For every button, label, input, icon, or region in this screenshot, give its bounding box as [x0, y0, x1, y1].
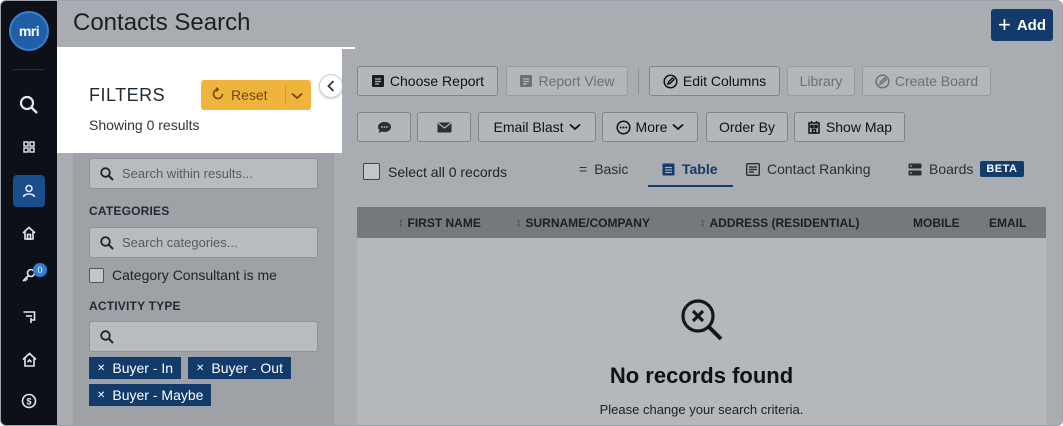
dollar-icon[interactable]: $	[13, 385, 45, 417]
checkbox[interactable]	[89, 267, 104, 283]
library-button[interactable]: Library	[787, 66, 855, 96]
svg-text:$: $	[26, 397, 31, 407]
email-button[interactable]	[417, 112, 471, 142]
choose-report-button[interactable]: Choose Report	[357, 66, 498, 96]
ranking-icon	[746, 162, 760, 176]
results-count: Showing 0 results	[89, 117, 200, 133]
sort-icon: ↕	[516, 217, 522, 229]
search-icon	[100, 166, 114, 181]
page-title: Contacts Search	[73, 9, 251, 36]
activity-tag[interactable]: ✕ Buyer - Out	[188, 357, 291, 379]
search-icon	[100, 329, 114, 344]
column-header-address[interactable]: ↕ ADDRESS (RESIDENTIAL)	[700, 216, 860, 230]
sort-icon: ↕	[398, 217, 404, 229]
column-header-email[interactable]: EMAIL	[989, 216, 1026, 230]
notification-badge: 0	[33, 263, 47, 277]
property-icon[interactable]	[13, 343, 45, 375]
page-header: Contacts Search + Add	[57, 1, 1062, 49]
edit-icon	[663, 73, 678, 89]
reset-button[interactable]: Reset	[201, 80, 311, 110]
results-search-input[interactable]: Search within results...	[89, 158, 318, 189]
activity-type-search-input[interactable]	[89, 321, 318, 352]
toolbar-divider	[638, 68, 639, 94]
tab-table[interactable]: Table	[662, 161, 718, 177]
column-header-first-name[interactable]: ↕ FIRST NAME	[398, 216, 481, 230]
contacts-icon[interactable]	[13, 175, 45, 207]
table-header: ↕ FIRST NAME ↕ SURNAME/COMPANY ↕ ADDRESS (R…	[357, 207, 1046, 238]
more-dropdown[interactable]: More	[602, 112, 698, 142]
add-button[interactable]: + Add	[991, 9, 1053, 41]
close-icon[interactable]: ✕	[97, 390, 105, 401]
building-icon	[808, 121, 820, 134]
close-icon[interactable]: ✕	[97, 363, 105, 374]
filters-title: FILTERS	[89, 85, 166, 105]
report-icon	[371, 75, 384, 87]
boards-icon	[908, 163, 922, 175]
search-icon[interactable]	[13, 89, 45, 121]
envelope-icon	[437, 122, 451, 132]
activity-tag[interactable]: ✕ Buyer - Maybe	[89, 384, 212, 406]
app-logo[interactable]: mri	[9, 11, 49, 51]
sms-button[interactable]	[357, 112, 411, 142]
more-icon	[615, 119, 631, 135]
edit-icon	[875, 73, 890, 89]
show-map-button[interactable]: Show Map	[794, 112, 905, 142]
categories-search-input[interactable]: Search categories...	[89, 227, 318, 258]
report-icon	[520, 75, 533, 87]
rail-divider	[13, 69, 45, 70]
home-icon[interactable]	[13, 217, 45, 249]
checkbox[interactable]	[363, 163, 380, 180]
category-consultant-checkbox[interactable]: Category Consultant is me	[89, 267, 277, 283]
activity-type-label: ACTIVITY TYPE	[89, 299, 181, 313]
search-icon	[100, 235, 114, 250]
create-board-button[interactable]: Create Board	[862, 66, 991, 96]
activity-tag[interactable]: ✕ Buyer - In	[89, 357, 182, 379]
column-header-surname[interactable]: ↕ SURNAME/COMPANY	[516, 216, 650, 230]
order-by-button[interactable]: Order By	[706, 112, 788, 142]
empty-state-title: No records found	[609, 363, 794, 388]
table-icon	[662, 163, 675, 175]
beta-badge: BETA	[980, 161, 1024, 177]
edit-columns-button[interactable]: Edit Columns	[649, 66, 780, 96]
tab-basic[interactable]: = Basic	[579, 161, 628, 177]
no-results-icon	[679, 297, 725, 348]
categories-label: CATEGORIES	[89, 204, 170, 218]
nav-rail: mri 0 $	[1, 1, 57, 425]
tab-boards[interactable]: Boards BETA	[908, 161, 1024, 177]
tab-contact-ranking[interactable]: Contact Ranking	[746, 161, 871, 177]
column-header-mobile[interactable]: MOBILE	[913, 216, 960, 230]
active-tab-indicator	[648, 185, 733, 187]
empty-state-subtitle: Please change your search criteria.	[599, 402, 804, 417]
refresh-icon	[211, 86, 225, 104]
equals-icon: =	[579, 161, 588, 177]
report-view-button[interactable]: Report View	[506, 66, 628, 96]
close-icon[interactable]: ✕	[196, 363, 204, 374]
listing-icon[interactable]	[13, 301, 45, 333]
app-frame: mri 0 $ Contacts Search + Add FILTERS Sh…	[0, 0, 1063, 426]
grid-icon[interactable]	[13, 131, 45, 163]
select-all-checkbox[interactable]: Select all 0 records	[363, 163, 507, 180]
plus-icon: +	[997, 12, 1011, 37]
filters-header: FILTERS Showing 0 results Reset	[57, 47, 355, 153]
chevron-left-icon	[327, 80, 335, 92]
chevron-down-icon	[568, 123, 581, 131]
collapse-filters-button[interactable]	[319, 74, 343, 98]
email-blast-dropdown[interactable]: Email Blast	[478, 112, 596, 142]
chat-icon	[377, 121, 391, 133]
chevron-down-icon[interactable]	[291, 87, 303, 103]
sort-icon: ↕	[700, 217, 706, 229]
chevron-down-icon	[672, 123, 685, 131]
